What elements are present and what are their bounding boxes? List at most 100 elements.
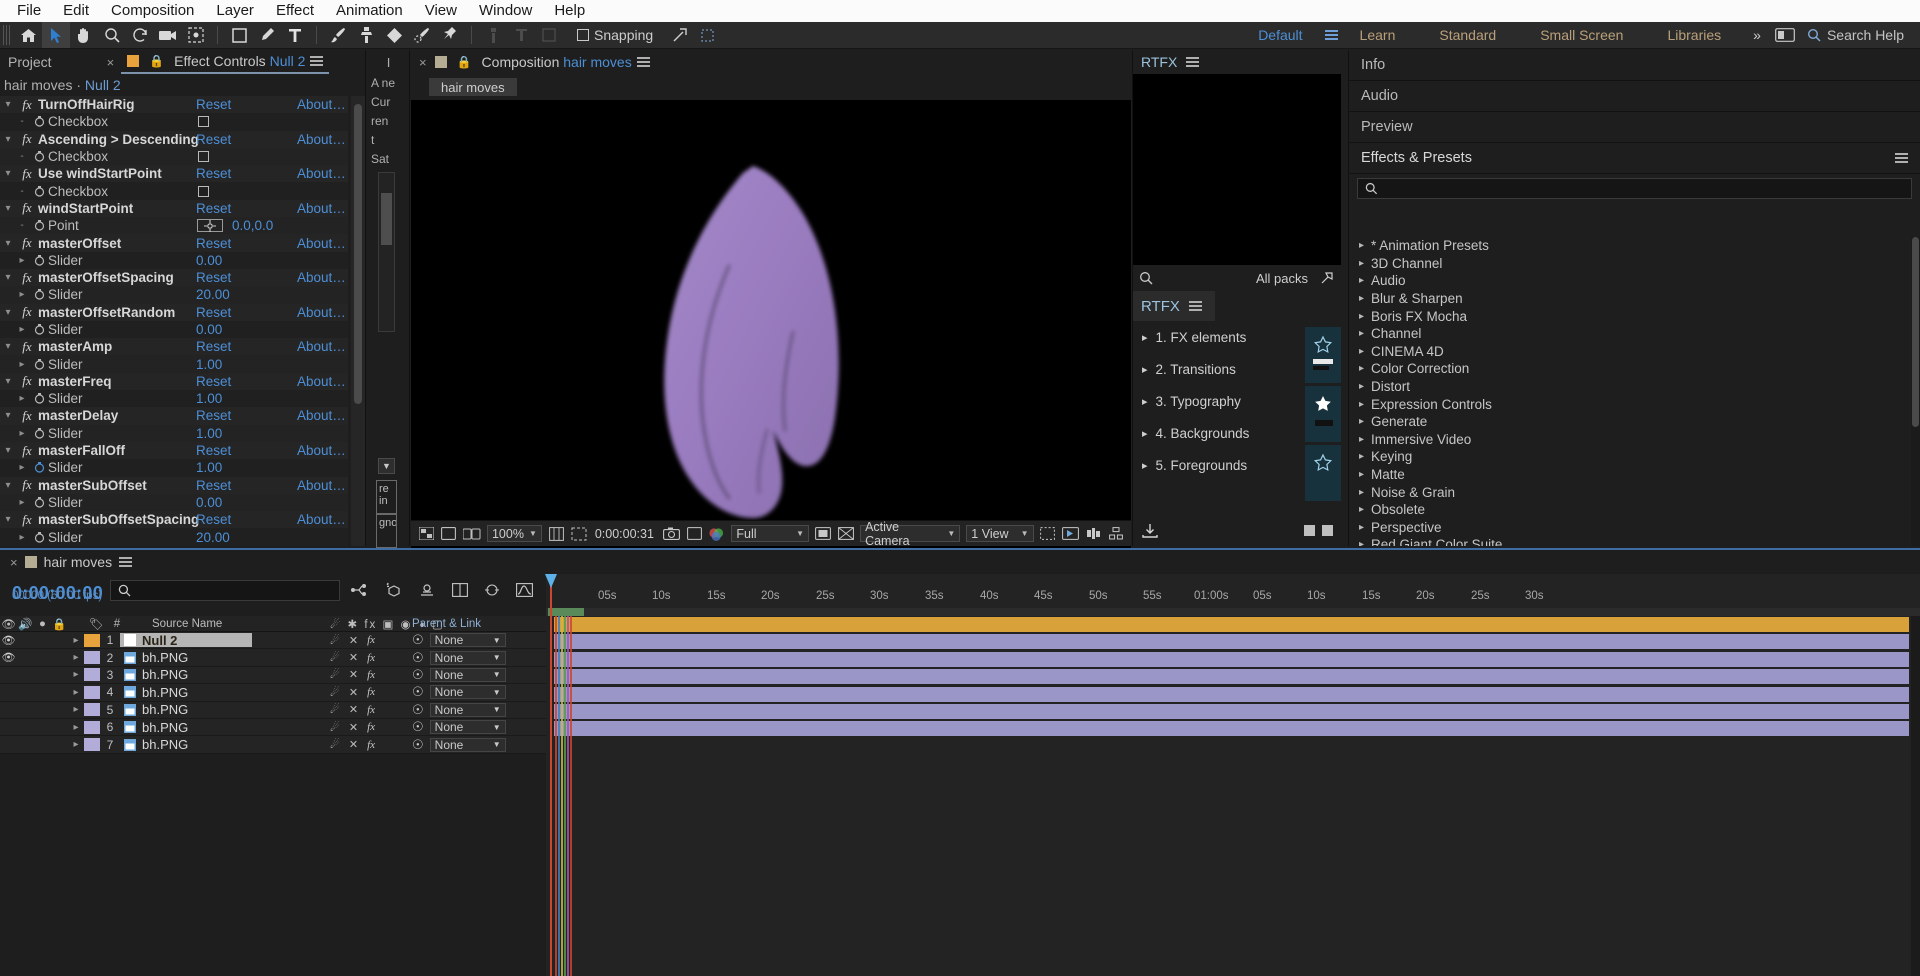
effect-header[interactable]: ▾fxmasterSubOffsetResetAbout… — [0, 477, 348, 494]
layer-twirl-icon[interactable]: ▸ — [68, 687, 84, 698]
parameter-checkbox[interactable] — [198, 116, 209, 127]
effect-about-link[interactable]: About… — [297, 270, 346, 285]
parent-pickwhip-icon[interactable]: ☉ — [412, 719, 424, 735]
effect-header[interactable]: ▾fxmasterOffsetSpacingResetAbout… — [0, 269, 348, 286]
stopwatch-icon[interactable] — [30, 497, 48, 508]
layer-visibility-icon[interactable]: 👁 — [0, 651, 17, 664]
composition-mini-flowchart-icon[interactable] — [350, 583, 368, 601]
effects-presets-scrollbar[interactable] — [1911, 237, 1920, 546]
effect-about-link[interactable]: About… — [297, 97, 346, 112]
layer-parent-cell[interactable]: ☉None▼ — [412, 737, 506, 753]
tab-effect-controls[interactable]: 🔒 Effect Controls Null 2 — [121, 50, 329, 74]
layer-parent-cell[interactable]: ☉ None▼ — [412, 650, 506, 666]
snap-target-icon[interactable] — [665, 22, 693, 48]
layer-name-cell[interactable]: bh.PNG — [120, 738, 252, 752]
table-row[interactable]: ▸3bh.PNG☄✕fx☉None▼ — [0, 667, 546, 684]
effect-header[interactable]: ▾fxUse windStartPointResetAbout… — [0, 165, 348, 182]
parameter-twirl-icon[interactable]: ▸ — [14, 289, 30, 300]
parent-pickwhip-icon[interactable]: ☉ — [412, 667, 424, 683]
effect-about-link[interactable]: About… — [297, 339, 346, 354]
menu-item-composition[interactable]: Composition — [100, 0, 205, 22]
graph-editor-icon[interactable] — [516, 583, 533, 601]
effect-parameter-row[interactable]: ▸Slider1.00 — [0, 355, 348, 372]
workspace-tab-small-screen[interactable]: Small Screen — [1518, 27, 1645, 43]
effect-about-link[interactable]: About… — [297, 201, 346, 216]
effect-parameter-row[interactable]: -Checkbox — [0, 148, 348, 165]
stopwatch-icon[interactable] — [30, 186, 48, 197]
stopwatch-icon[interactable] — [30, 116, 48, 127]
layer-motion-switch-icon[interactable]: ✕ — [349, 668, 358, 681]
panel-preview[interactable]: Preview — [1349, 112, 1920, 143]
layer-color-swatch[interactable] — [84, 668, 100, 681]
puppet-pin-tool-icon[interactable] — [436, 22, 464, 48]
timeline-search[interactable] — [110, 580, 340, 601]
clone-stamp-tool-icon[interactable] — [352, 22, 380, 48]
layer-parent-cell[interactable]: ☉None▼ — [412, 632, 506, 648]
effects-presets-scrollbar-thumb[interactable] — [1912, 237, 1919, 427]
layer-name-cell[interactable]: bh.PNG — [120, 703, 252, 717]
effect-about-link[interactable]: About… — [297, 374, 346, 389]
parameter-value[interactable]: 0.00 — [196, 253, 222, 268]
layer-twirl-icon[interactable]: ▸ — [68, 652, 84, 663]
effect-header[interactable]: ▾fxmasterFreqResetAbout… — [0, 373, 348, 390]
effect-reset-link[interactable]: Reset — [196, 270, 231, 285]
shape-tool-icon[interactable] — [225, 22, 253, 48]
stopwatch-icon[interactable] — [30, 428, 48, 439]
timeline-ruler[interactable]: 05s10s15s20s25s30s35s40s45s50s55s01:00s0… — [546, 574, 1920, 608]
menu-item-file[interactable]: File — [6, 0, 52, 22]
stopwatch-icon[interactable] — [30, 220, 48, 231]
layer-duration-bar[interactable] — [554, 634, 1909, 649]
grid-view-icon[interactable] — [1304, 525, 1315, 536]
effect-twirl-icon[interactable]: ▾ — [0, 514, 16, 525]
timeline-track[interactable] — [546, 616, 1920, 633]
timeline-layer-rows[interactable]: 👁▸1Null 2☄✕fx☉None▼👁▸2bh.PNG☄✕fx☉None▼▸3… — [0, 632, 546, 976]
parent-dropdown[interactable]: None▼ — [430, 651, 506, 665]
effect-parameter-row[interactable]: -Checkbox — [0, 113, 348, 130]
layer-3d-switch-icon[interactable]: ☄ — [330, 721, 340, 734]
layer-name-cell[interactable]: bh.PNG — [120, 668, 252, 682]
panel-effects-presets[interactable]: Effects & Presets — [1349, 143, 1920, 174]
region-of-interest-icon[interactable] — [570, 525, 586, 542]
current-timecode[interactable]: 0:00:00:31 — [595, 527, 654, 541]
timeline-track[interactable] — [546, 668, 1920, 685]
layer-3d-switch-icon[interactable]: ☄ — [330, 651, 340, 664]
effects-presets-menu-icon[interactable] — [1895, 153, 1908, 163]
effect-parameter-row[interactable]: ▸Slider20.00 — [0, 286, 348, 303]
parent-pickwhip-icon[interactable]: ☉ — [412, 650, 424, 666]
pixel-aspect-correction-icon[interactable] — [1040, 525, 1056, 542]
effect-reset-link[interactable]: Reset — [196, 166, 231, 181]
roto-brush-tool-icon[interactable] — [408, 22, 436, 48]
parent-dropdown[interactable]: None▼ — [430, 703, 506, 717]
layer-fx-switch-icon[interactable]: fx — [367, 739, 375, 751]
rtfx-bottom-title[interactable]: RTFX — [1141, 298, 1180, 315]
layer-switches[interactable]: ☄✕fx — [330, 651, 375, 664]
effects-presets-search-input[interactable] — [1382, 181, 1904, 196]
effect-twirl-icon[interactable]: ▾ — [0, 341, 16, 352]
zoom-tool-icon[interactable] — [98, 22, 126, 48]
effect-parameter-row[interactable]: -Point0.0,0.0 — [0, 217, 348, 234]
snapping-checkbox[interactable] — [577, 29, 589, 41]
parameter-value[interactable]: 20.00 — [196, 287, 230, 302]
effects-preset-category[interactable]: ▸Distort — [1349, 378, 1920, 396]
effect-header[interactable]: ▾fxmasterSubOffsetSpacingResetAbout… — [0, 511, 348, 528]
parent-dropdown[interactable]: None▼ — [430, 668, 506, 682]
parent-dropdown[interactable]: None▼ — [430, 685, 506, 699]
rtfx-bottom-menu-icon[interactable] — [1189, 301, 1202, 311]
parameter-checkbox[interactable] — [198, 186, 209, 197]
effect-header[interactable]: ▾fxmasterAmpResetAbout… — [0, 338, 348, 355]
toolbar-grip[interactable] — [3, 25, 11, 45]
effects-preset-category[interactable]: ▸* Animation Presets — [1349, 237, 1920, 255]
composition-menu-icon[interactable] — [637, 57, 650, 67]
layer-fx-switch-icon[interactable]: fx — [367, 704, 375, 716]
timeline-track[interactable] — [546, 686, 1920, 703]
effect-reset-link[interactable]: Reset — [196, 132, 231, 147]
effect-reset-link[interactable]: Reset — [196, 97, 231, 112]
effect-reset-link[interactable]: Reset — [196, 374, 231, 389]
parent-dropdown[interactable]: None▼ — [430, 738, 506, 752]
resolution-dropdown[interactable]: Full ▼ — [731, 525, 809, 542]
rotation-tool-icon[interactable] — [126, 22, 154, 48]
effects-preset-category[interactable]: ▸Matte — [1349, 466, 1920, 484]
effects-preset-category[interactable]: ▸Channel — [1349, 325, 1920, 343]
effect-reset-link[interactable]: Reset — [196, 443, 231, 458]
workspace-tab-default[interactable]: Default — [1236, 27, 1324, 43]
